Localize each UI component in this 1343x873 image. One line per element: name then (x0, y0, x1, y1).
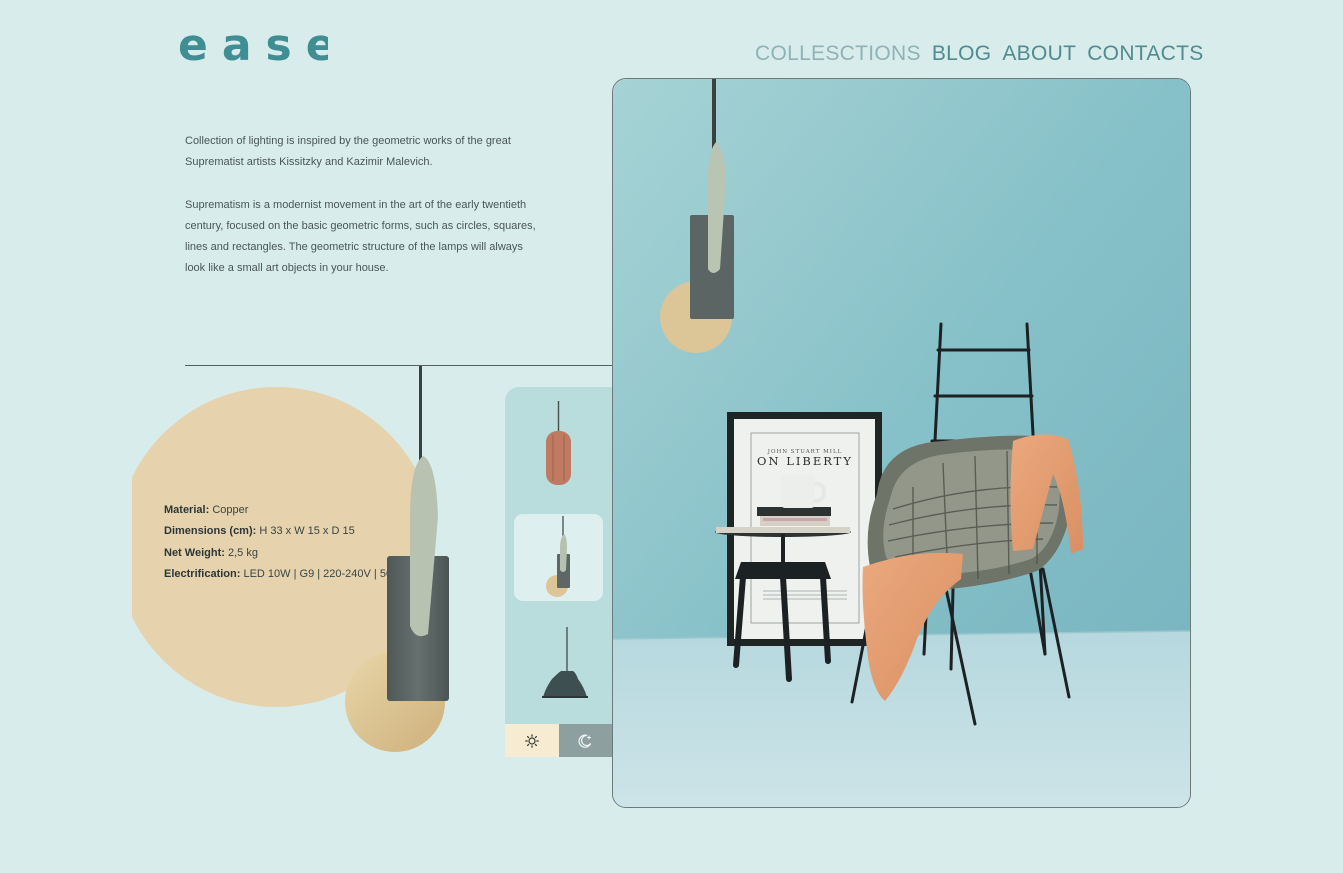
hero-room-image: JOHN STUART MILL ON LIBERTY (612, 78, 1191, 808)
intro-paragraph-1: Collection of lighting is inspired by th… (185, 135, 511, 169)
room-scene: JOHN STUART MILL ON LIBERTY (613, 79, 1190, 807)
light-mode-toggle (505, 724, 612, 757)
spec-weight-label: Net Weight: (164, 546, 225, 559)
thumbnail-geometric-lamp[interactable] (514, 514, 603, 601)
nav-contacts[interactable]: CONTACTS (1087, 42, 1203, 66)
nav-about[interactable]: ABOUT (1002, 42, 1076, 66)
nav-collections[interactable]: COLLESCTIONS (755, 42, 921, 66)
dome-pendant-lamp-icon (542, 627, 588, 698)
main-nav: COLLESCTIONS BLOG ABOUT CONTACTS (755, 42, 1204, 66)
dark-mode-button[interactable] (558, 724, 612, 757)
poster-title: ON LIBERTY (757, 454, 853, 468)
spec-material-value: Copper (212, 504, 249, 516)
copper-pendant-lamp-icon (546, 401, 571, 485)
spec-material-label: Material: (164, 504, 210, 516)
thumbnail-copper-lamp[interactable] (514, 395, 603, 485)
logo-text: ease (178, 22, 328, 70)
geometric-pendant-lamp-icon (546, 516, 570, 597)
moon-icon (578, 734, 592, 748)
ease-logo[interactable]: ease (178, 22, 328, 70)
light-mode-button[interactable] (505, 724, 559, 757)
nav-blog[interactable]: BLOG (932, 42, 992, 66)
spec-weight-value: 2,5 kg (227, 546, 258, 559)
sun-icon (524, 733, 539, 748)
intro-text: Collection of lighting is inspired by th… (185, 131, 545, 301)
spec-electrification-label: Electrification: (164, 567, 241, 580)
lamp-product-image (345, 366, 449, 752)
lamp-selector-panel (505, 387, 612, 757)
thumbnail-dome-lamp[interactable] (514, 619, 603, 706)
intro-paragraph-2: Suprematism is a modernist movement in t… (185, 198, 536, 275)
spec-dimensions-label: Dimensions (cm): (164, 525, 257, 538)
